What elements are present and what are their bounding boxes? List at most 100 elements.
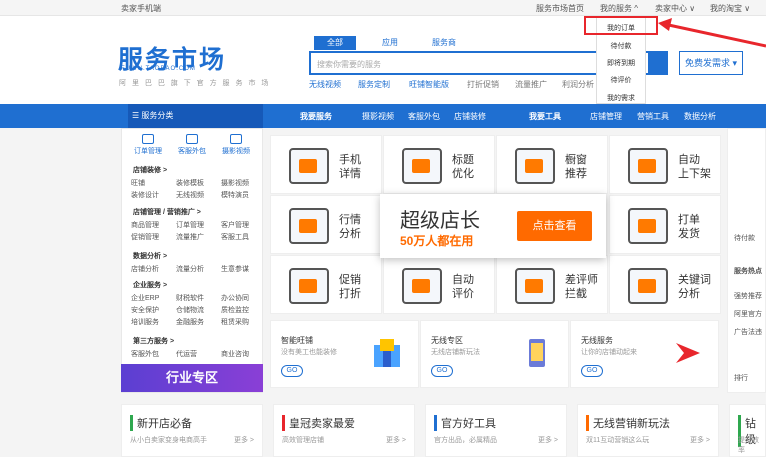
dropdown-to-review[interactable]: 待评价 (597, 75, 645, 85)
hot-item[interactable]: 阿里官方 (734, 309, 762, 319)
bottom-section[interactable]: 官方好工具 官方出品，必属精品 更多 > (425, 404, 567, 457)
category-item[interactable]: 客服工具 (221, 232, 249, 242)
nav-item[interactable]: 店铺装修 (454, 111, 486, 122)
category-item[interactable]: 客户管理 (221, 220, 249, 230)
category-item[interactable]: 摄影视频 (221, 178, 249, 188)
hot-keyword[interactable]: 打折促销 (467, 79, 499, 90)
dropdown-my-demands[interactable]: 我的需求 (597, 93, 645, 103)
tool-icon (289, 268, 329, 304)
category-item[interactable]: 财税软件 (176, 293, 204, 303)
nav-item[interactable]: 店铺管理 (590, 111, 622, 122)
pending-payment-link[interactable]: 待付款 (734, 233, 755, 243)
category-item[interactable]: 仓储物流 (176, 305, 204, 315)
tool-cell[interactable]: 自动 上下架 (609, 135, 721, 194)
more-link[interactable]: 更多 > (234, 435, 254, 445)
tool-cell[interactable]: 打单 发货 (609, 195, 721, 254)
section-subtitle: 从小白卖家变身电商高手 (130, 437, 207, 444)
bottom-section[interactable]: 钻级 提升效率 (729, 404, 766, 457)
nav-item[interactable]: 客服外包 (408, 111, 440, 122)
bottom-section[interactable]: 新开店必备 从小白卖家变身电商高手 更多 > (121, 404, 263, 457)
nav-item[interactable]: 数据分析 (684, 111, 716, 122)
hot-item[interactable]: 广告法违 (734, 327, 762, 337)
industry-zone-banner[interactable]: 行业专区 (121, 364, 263, 392)
go-button[interactable]: GO (581, 365, 603, 377)
card-wireless-service[interactable]: 无线服务 让你的店铺动起来 GO (570, 320, 719, 388)
promo-banner[interactable]: 超级店长 50万人都在用 点击查看 (380, 194, 606, 258)
tool-icon (515, 268, 555, 304)
category-heading[interactable]: 数据分析 > (133, 251, 167, 261)
category-item[interactable]: 代运营 (176, 349, 197, 359)
hot-keyword[interactable]: 流量推广 (515, 79, 547, 90)
category-item[interactable]: 质检监控 (221, 305, 249, 315)
tool-icon (628, 268, 668, 304)
my-service-menu[interactable]: 我的服务 ^ (600, 3, 638, 14)
tool-cell[interactable]: 行情 分析 (270, 195, 382, 254)
my-service-label[interactable]: 我要服务 (300, 111, 332, 122)
more-link[interactable]: 更多 > (690, 435, 710, 445)
category-item[interactable]: 装修设计 (131, 190, 159, 200)
tab-providers[interactable]: 服务商 (424, 36, 464, 50)
category-item[interactable]: 办公协同 (221, 293, 249, 303)
category-item[interactable]: 店铺分析 (131, 264, 159, 274)
ranking-link[interactable]: 排行 (734, 373, 748, 383)
nav-item[interactable]: 摄影视频 (362, 111, 394, 122)
tab-apps[interactable]: 应用 (370, 36, 410, 50)
tool-cell[interactable]: 差评师 拦截 (496, 255, 608, 314)
tool-cell[interactable]: 关键词 分析 (609, 255, 721, 314)
mobile-seller-link[interactable]: 卖家手机端 (121, 3, 161, 14)
quick-order-manage[interactable]: 订单管理 (130, 134, 166, 156)
category-item[interactable]: 生意参谋 (221, 264, 249, 274)
category-item[interactable]: 流量分析 (176, 264, 204, 274)
card-wireless-zone[interactable]: 无线专区 无线店铺新玩法 GO (420, 320, 569, 388)
category-item[interactable]: 安全保护 (131, 305, 159, 315)
category-item[interactable]: 租赁采购 (221, 317, 249, 327)
category-heading[interactable]: 第三方服务 > (133, 336, 174, 346)
quick-service-outsource[interactable]: 客服外包 (174, 134, 210, 156)
category-item[interactable]: 商业咨询 (221, 349, 249, 359)
category-item[interactable]: 客服外包 (131, 349, 159, 359)
go-button[interactable]: GO (281, 365, 303, 377)
market-home-link[interactable]: 服务市场首页 (536, 3, 584, 14)
tool-cell[interactable]: 自动 评价 (383, 255, 495, 314)
tool-icon (289, 148, 329, 184)
category-menu[interactable]: ☰ 服务分类 (128, 104, 263, 128)
nav-item[interactable]: 营销工具 (637, 111, 669, 122)
my-tools-label[interactable]: 我要工具 (529, 111, 561, 122)
category-item[interactable]: 商品管理 (131, 220, 159, 230)
category-item[interactable]: 旺铺 (131, 178, 145, 188)
category-item[interactable]: 流量推广 (176, 232, 204, 242)
category-item[interactable]: 金融服务 (176, 317, 204, 327)
tool-cell[interactable]: 促销 打折 (270, 255, 382, 314)
tool-cell[interactable]: 标题 优化 (383, 135, 495, 194)
category-heading[interactable]: 店铺装修 > (133, 165, 167, 175)
tool-cell[interactable]: 橱窗 推荐 (496, 135, 608, 194)
bottom-section[interactable]: 皇冠卖家最爱 高效管理店铺 更多 > (273, 404, 415, 457)
category-heading[interactable]: 企业服务 > (133, 280, 167, 290)
category-item[interactable]: 促销管理 (131, 232, 159, 242)
more-link[interactable]: 更多 > (538, 435, 558, 445)
hot-keyword[interactable]: 旺铺智能版 (409, 79, 449, 90)
hot-keyword[interactable]: 无线视频 (309, 79, 341, 90)
go-button[interactable]: GO (431, 365, 453, 377)
dropdown-expiring[interactable]: 即将到期 (597, 58, 645, 68)
hot-item[interactable]: 强势推荐 (734, 291, 762, 301)
category-item[interactable]: 订单管理 (176, 220, 204, 230)
card-smart-shop[interactable]: 智能旺铺 没有美工也能装修 GO (270, 320, 419, 388)
seller-center-menu[interactable]: 卖家中心 ∨ (655, 3, 695, 14)
more-link[interactable]: 更多 > (386, 435, 406, 445)
tool-cell[interactable]: 手机 详情 (270, 135, 382, 194)
category-item[interactable]: 企业ERP (131, 293, 159, 303)
hot-keyword[interactable]: 利润分析 (562, 79, 594, 90)
hot-keyword[interactable]: 服务定制 (358, 79, 390, 90)
bottom-section[interactable]: 无线营销新玩法 双11互动营销这么玩 更多 > (577, 404, 719, 457)
dropdown-pending-payment[interactable]: 待付款 (597, 41, 645, 51)
category-item[interactable]: 培训服务 (131, 317, 159, 327)
my-taobao-menu[interactable]: 我的淘宝 ∨ (710, 3, 750, 14)
quick-photo-video[interactable]: 摄影视频 (218, 134, 254, 156)
category-item[interactable]: 模特演员 (221, 190, 249, 200)
category-item[interactable]: 装修模板 (176, 178, 204, 188)
category-heading[interactable]: 店铺管理 / 营销推广 > (133, 207, 201, 217)
banner-view-button[interactable]: 点击查看 (517, 211, 592, 241)
category-item[interactable]: 无线视频 (176, 190, 204, 200)
tab-all[interactable]: 全部 (314, 36, 356, 50)
